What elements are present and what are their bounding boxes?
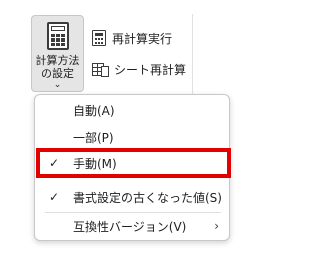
calculate-now-label: 再計算実行 xyxy=(112,31,173,46)
menu-item-format-stale-values[interactable]: ✓ 書式設定の古くなった値(S) xyxy=(35,184,229,210)
menu-item-automatic-except-tables[interactable]: 一部(P) xyxy=(35,124,229,150)
menu-item-compatibility-version[interactable]: 互換性バージョン(V) › xyxy=(35,213,229,239)
sheet-calculator-icon xyxy=(92,62,110,77)
menu-item-automatic[interactable]: 自動(A) xyxy=(35,97,229,123)
calculation-options-label: 計算方法 の設定 ⌄ xyxy=(32,54,83,90)
menu-item-format-stale-values-label: 書式設定の古くなった値(S) xyxy=(73,190,222,205)
calculation-options-label-line2: の設定 xyxy=(41,67,74,80)
calculation-options-label-line1: 計算方法 xyxy=(35,54,80,67)
calculation-options-button[interactable]: 計算方法 の設定 ⌄ xyxy=(31,15,84,92)
menu-item-partial-label: 一部(P) xyxy=(73,130,114,145)
ribbon-divider xyxy=(192,14,193,94)
menu-item-compatibility-version-label: 互換性バージョン(V) xyxy=(73,219,187,234)
calculate-sheet-label: シート再計算 xyxy=(114,62,187,77)
calculate-now-button[interactable]: 再計算実行 xyxy=(92,28,172,48)
chevron-down-icon: ⌄ xyxy=(53,80,62,90)
menu-item-automatic-label: 自動(A) xyxy=(73,103,115,118)
calculator-icon xyxy=(47,22,69,50)
highlight-box xyxy=(36,148,231,178)
calculate-sheet-button[interactable]: シート再計算 xyxy=(92,59,186,79)
calculator-icon xyxy=(92,30,106,46)
checkmark-icon: ✓ xyxy=(48,190,60,204)
excel-formulas-ribbon-screenshot: 計算方法 の設定 ⌄ 再計算実行 シート再計算 自動(A) 一部(P) ✓ 手動… xyxy=(0,0,289,255)
chevron-right-icon: › xyxy=(214,219,219,233)
